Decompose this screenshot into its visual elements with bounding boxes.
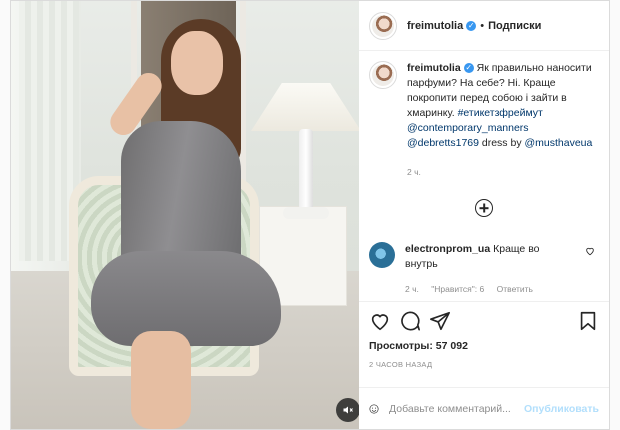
video-legs bbox=[131, 331, 191, 429]
caption-hashtag[interactable]: #етикетзфреймут bbox=[458, 107, 543, 119]
author-avatar[interactable] bbox=[369, 11, 397, 40]
comment-input[interactable] bbox=[389, 402, 525, 415]
comment-heart-icon[interactable] bbox=[585, 246, 595, 256]
add-comment-bar: Опубликовать bbox=[359, 387, 609, 429]
caption-dress-by: dress by bbox=[478, 137, 525, 149]
caption-username[interactable]: freimutolia bbox=[407, 62, 461, 74]
comment-username[interactable]: electronprom_ua bbox=[405, 243, 490, 255]
comment-reply-button[interactable]: Ответить bbox=[497, 284, 533, 294]
action-icons-row bbox=[369, 308, 599, 334]
load-more-comments-button[interactable] bbox=[369, 180, 599, 236]
header-separator: • bbox=[480, 19, 485, 32]
caption-text: freimutolia ✓ Як правильно наносити парфу… bbox=[407, 61, 599, 180]
caption-mention-debretts[interactable]: @debretts1769 bbox=[407, 137, 479, 149]
paper-plane-icon[interactable] bbox=[429, 310, 451, 332]
video-lamp-shade bbox=[251, 83, 359, 131]
post-side-panel: freimutolia ✓ • Подписки freimutolia ✓ Як… bbox=[359, 1, 609, 429]
comment-icon[interactable] bbox=[399, 310, 421, 332]
caption-mention-musthave[interactable]: @musthaveua bbox=[525, 137, 593, 149]
video-lamp-base bbox=[299, 129, 313, 211]
verified-badge-icon: ✓ bbox=[466, 20, 477, 31]
bookmark-icon[interactable] bbox=[577, 310, 599, 332]
instagram-post: freimutolia ✓ • Подписки freimutolia ✓ Як… bbox=[10, 0, 610, 430]
post-caption: freimutolia ✓ Як правильно наносити парфу… bbox=[369, 61, 599, 180]
author-username[interactable]: freimutolia bbox=[407, 20, 463, 32]
comments-area: freimutolia ✓ Як правильно наносити парфу… bbox=[359, 51, 609, 301]
add-circle-icon bbox=[475, 199, 493, 217]
comment-likes[interactable]: "Нравится": 6 bbox=[431, 284, 484, 294]
video-face bbox=[171, 31, 223, 95]
video-lamp-foot bbox=[283, 207, 329, 219]
caption-time: 2 ч. bbox=[407, 167, 421, 177]
post-video[interactable] bbox=[11, 1, 359, 429]
post-timestamp[interactable]: 2 ЧАСОВ НАЗАД bbox=[369, 360, 599, 369]
post-actions: Просмотры: 57 092 2 ЧАСОВ НАЗАД bbox=[359, 301, 609, 387]
follow-button[interactable]: Подписки bbox=[488, 20, 541, 32]
post-header: freimutolia ✓ • Подписки bbox=[359, 1, 609, 51]
mute-button[interactable] bbox=[336, 398, 359, 422]
comment-time: 2 ч. bbox=[405, 284, 419, 294]
comment-item: electronprom_ua Краще во внутрь 2 ч. "Нр… bbox=[369, 242, 599, 297]
heart-icon[interactable] bbox=[369, 310, 391, 332]
speaker-muted-icon bbox=[343, 406, 353, 414]
publish-button[interactable]: Опубликовать bbox=[524, 403, 599, 415]
caption-avatar[interactable] bbox=[369, 61, 397, 89]
caption-avatar-image bbox=[372, 64, 394, 86]
comment-body: electronprom_ua Краще во внутрь 2 ч. "Нр… bbox=[405, 242, 575, 297]
author-avatar-image bbox=[372, 14, 394, 37]
caption-mention-contemporary[interactable]: @contemporary_manners bbox=[407, 122, 529, 134]
caption-verified-icon: ✓ bbox=[463, 63, 474, 74]
comment-avatar[interactable] bbox=[369, 242, 395, 268]
video-dress-lap bbox=[91, 251, 281, 346]
comment-meta: 2 ч. "Нравится": 6 Ответить bbox=[405, 282, 575, 297]
smiley-icon[interactable] bbox=[369, 399, 379, 419]
views-count[interactable]: Просмотры: 57 092 bbox=[369, 340, 599, 352]
